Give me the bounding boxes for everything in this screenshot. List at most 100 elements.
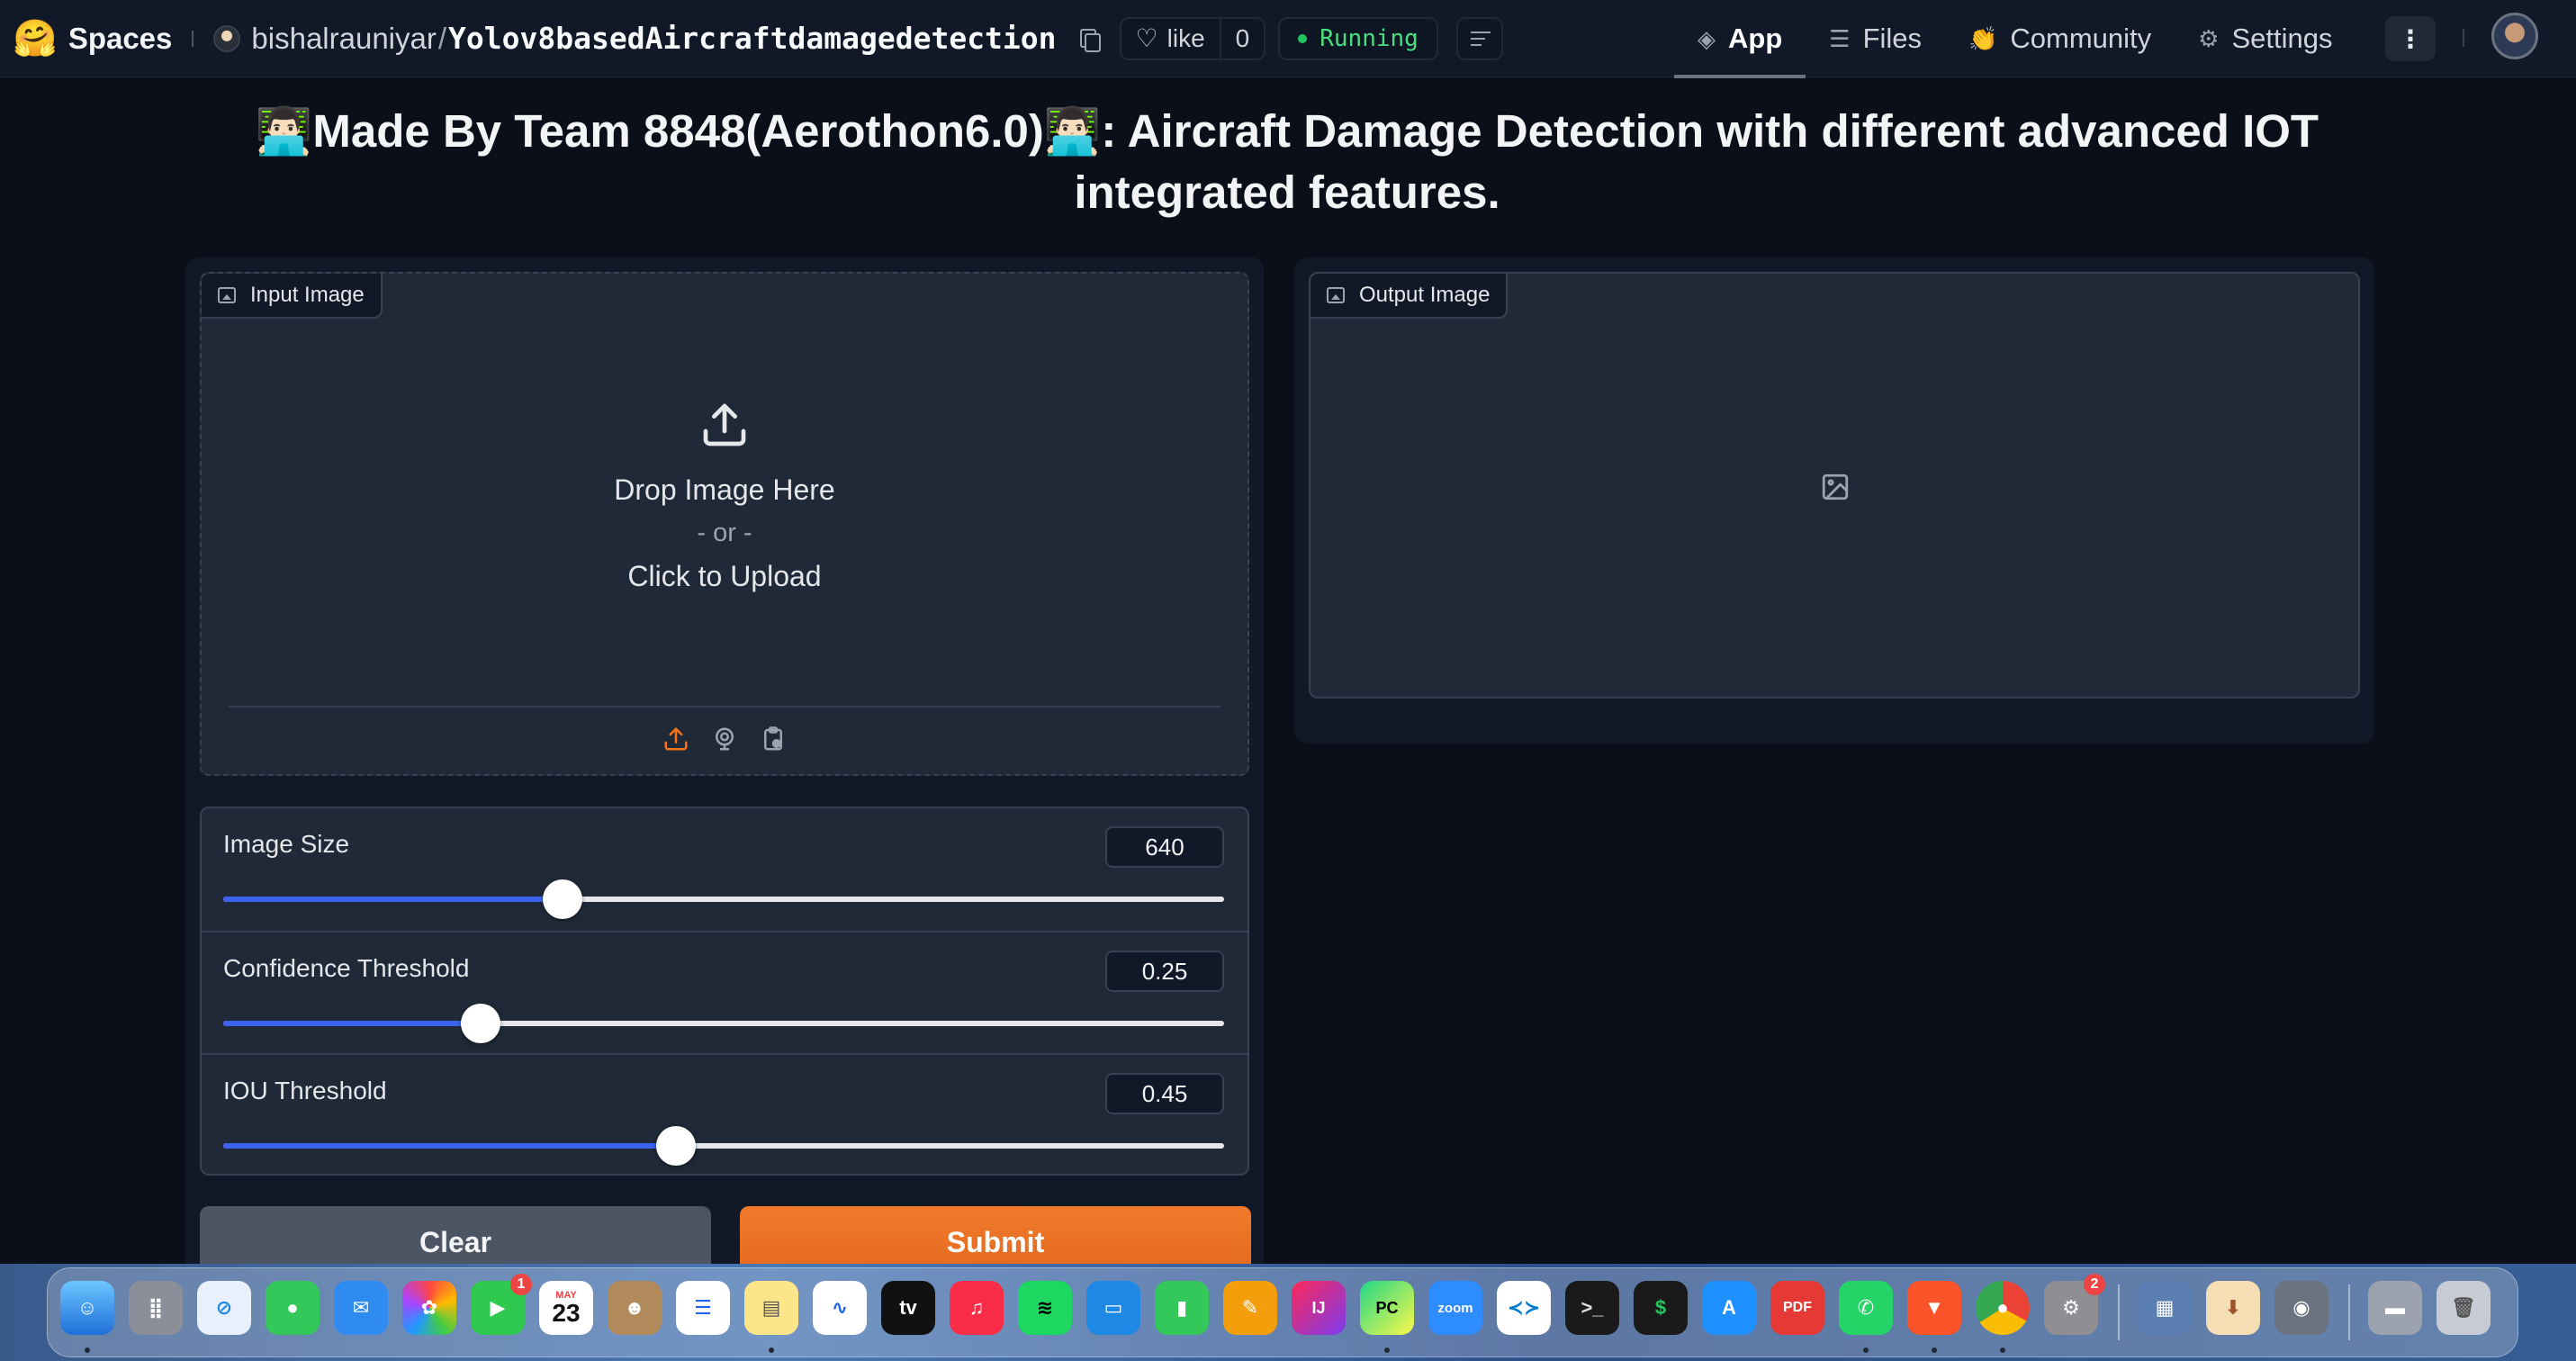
finder-icon[interactable]: ☺ — [60, 1281, 114, 1335]
iou-threshold-slider-row: IOU Threshold 0.45 — [202, 1053, 1247, 1174]
preview-icon[interactable]: ▦ — [2138, 1281, 2192, 1335]
safari-icon[interactable]: ⊘ — [197, 1281, 251, 1335]
more-options-button[interactable]: ⋮ — [2385, 16, 2436, 61]
messages-icon[interactable]: ● — [266, 1281, 320, 1335]
tab-community[interactable]: 👏 Community — [1945, 0, 2175, 77]
webcam-source-button[interactable] — [710, 724, 739, 754]
image-size-input[interactable]: 640 — [1105, 826, 1224, 868]
pycharm-label: PC — [1375, 1298, 1399, 1317]
whatsapp-icon[interactable]: ✆ — [1839, 1281, 1893, 1335]
tab-files[interactable]: ☰ Files — [1806, 0, 1945, 77]
quicktime-icon[interactable]: ◉ — [2274, 1281, 2328, 1335]
source-divider — [229, 706, 1220, 708]
technologist-emoji-icon: 👨🏻‍💻 — [1043, 105, 1102, 157]
upload-arrow-icon — [703, 403, 746, 446]
recent-document-icon[interactable]: ▬ — [2368, 1281, 2422, 1335]
image-size-slider-row: Image Size 640 — [202, 808, 1247, 931]
logs-button[interactable] — [1455, 16, 1503, 60]
brave-browser-icon[interactable]: ▼ — [1907, 1281, 1961, 1335]
running-status-badge[interactable]: Running — [1278, 16, 1438, 60]
system-settings-icon[interactable]: ⚙ 2 — [2044, 1274, 2105, 1335]
confidence-threshold-slider[interactable] — [223, 1004, 1224, 1043]
image-upload-dropzone[interactable]: Input Image Drop Image Here - or - Click… — [200, 272, 1249, 776]
apple-tv-icon[interactable]: tv — [881, 1281, 935, 1335]
intellij-icon[interactable]: IJ — [1292, 1281, 1346, 1335]
upload-source-button[interactable] — [662, 724, 690, 754]
zoom-label: zoom — [1437, 1300, 1473, 1316]
user-avatar-button[interactable] — [2491, 13, 2538, 59]
keynote-icon[interactable]: ▭ — [1086, 1281, 1140, 1335]
input-image-label-text: Input Image — [250, 283, 365, 307]
upload-source-icon — [664, 727, 688, 751]
downloads-folder-icon[interactable]: ⬇ — [2206, 1281, 2260, 1335]
photos-icon[interactable]: ✿ — [402, 1281, 456, 1335]
repo-owner-link[interactable]: bishalrauniyar — [251, 22, 436, 56]
vscode-icon[interactable]: ≺≻ — [1497, 1281, 1551, 1335]
image-icon — [218, 287, 236, 303]
tab-settings-label: Settings — [2231, 23, 2333, 54]
like-toggle[interactable]: ♡ like — [1121, 19, 1220, 59]
upload-prompt[interactable]: Drop Image Here - or - Click to Upload — [202, 400, 1247, 598]
running-indicator — [85, 1347, 90, 1353]
tab-app[interactable]: ◈ App — [1674, 0, 1806, 78]
settings-badge: 2 — [2084, 1274, 2105, 1295]
or-separator-text: - or - — [697, 518, 752, 547]
contacts-icon[interactable]: ☻ — [608, 1281, 662, 1335]
like-button[interactable]: ♡ like 0 — [1119, 16, 1266, 60]
webcam-icon — [716, 727, 734, 751]
files-icon: ☰ — [1829, 24, 1851, 52]
numbers-icon[interactable]: ▮ — [1155, 1281, 1209, 1335]
clipboard-icon — [764, 726, 782, 751]
tab-files-label: Files — [1862, 23, 1923, 54]
running-indicator — [1932, 1347, 1937, 1353]
facetime-icon[interactable]: ▶ 1 — [471, 1274, 532, 1335]
iou-threshold-slider[interactable] — [223, 1126, 1224, 1166]
confidence-threshold-slider-row: Confidence Threshold 0.25 — [202, 931, 1247, 1053]
reminders-icon[interactable]: ☰ — [676, 1281, 730, 1335]
image-source-selector — [202, 724, 1247, 754]
logs-icon-line — [1470, 43, 1482, 46]
notes-icon[interactable]: ▤ — [744, 1281, 798, 1335]
tab-settings[interactable]: ⚙ Settings — [2175, 0, 2355, 77]
terminal-icon[interactable]: >_ — [1565, 1281, 1619, 1335]
logs-icon-line — [1470, 37, 1485, 40]
intellij-label: IJ — [1311, 1298, 1326, 1317]
clipboard-source-button[interactable] — [759, 724, 788, 754]
iou-threshold-input[interactable]: 0.45 — [1105, 1073, 1224, 1114]
chrome-icon[interactable]: ● — [1976, 1281, 2030, 1335]
pycharm-icon[interactable]: PC — [1360, 1281, 1414, 1335]
output-image-label-text: Output Image — [1359, 283, 1491, 307]
dock-separator — [2118, 1284, 2120, 1340]
pages-icon[interactable]: ✎ — [1223, 1281, 1277, 1335]
like-count[interactable]: 0 — [1219, 18, 1265, 59]
zoom-icon[interactable]: zoom — [1428, 1281, 1482, 1335]
community-icon: 👏 — [1968, 24, 1998, 52]
freeform-icon[interactable]: ∿ — [813, 1281, 867, 1335]
trash-icon[interactable]: 🗑 — [2436, 1281, 2490, 1335]
calendar-icon[interactable]: MAY 23 — [539, 1281, 593, 1335]
slider-thumb[interactable] — [542, 879, 582, 919]
click-to-upload-text: Click to Upload — [627, 560, 822, 592]
calendar-day: 23 — [552, 1298, 581, 1327]
brand-name: Spaces — [68, 21, 173, 55]
mail-icon[interactable]: ✉ — [334, 1281, 388, 1335]
pdf-expert-icon[interactable]: PDF — [1770, 1281, 1824, 1335]
input-image-label: Input Image — [202, 274, 383, 319]
launchpad-icon[interactable]: ⣿ — [129, 1281, 183, 1335]
image-size-slider[interactable] — [223, 879, 1224, 919]
music-icon[interactable]: ♫ — [950, 1281, 1004, 1335]
slider-thumb[interactable] — [655, 1126, 696, 1166]
page-title-text-2: : Aircraft Damage Detection with differe… — [1074, 105, 2319, 218]
spaces-brand-link[interactable]: 🤗 Spaces — [13, 21, 172, 57]
repo-name-link[interactable]: Yolov8basedAircraftdamagedetection — [448, 21, 1057, 56]
iterm-icon[interactable]: $ — [1634, 1281, 1688, 1335]
slider-thumb[interactable] — [460, 1004, 500, 1043]
repo-path[interactable]: bishalrauniyar / Yolov8basedAircraftdama… — [251, 21, 1056, 56]
copy-icon[interactable] — [1076, 26, 1102, 52]
drop-image-text: Drop Image Here — [614, 473, 835, 506]
slider-fill — [223, 1143, 676, 1149]
confidence-threshold-input[interactable]: 0.25 — [1105, 951, 1224, 992]
app-store-icon[interactable]: A — [1702, 1281, 1756, 1335]
output-image-label: Output Image — [1311, 274, 1509, 319]
spotify-icon[interactable]: ≋ — [1018, 1281, 1072, 1335]
